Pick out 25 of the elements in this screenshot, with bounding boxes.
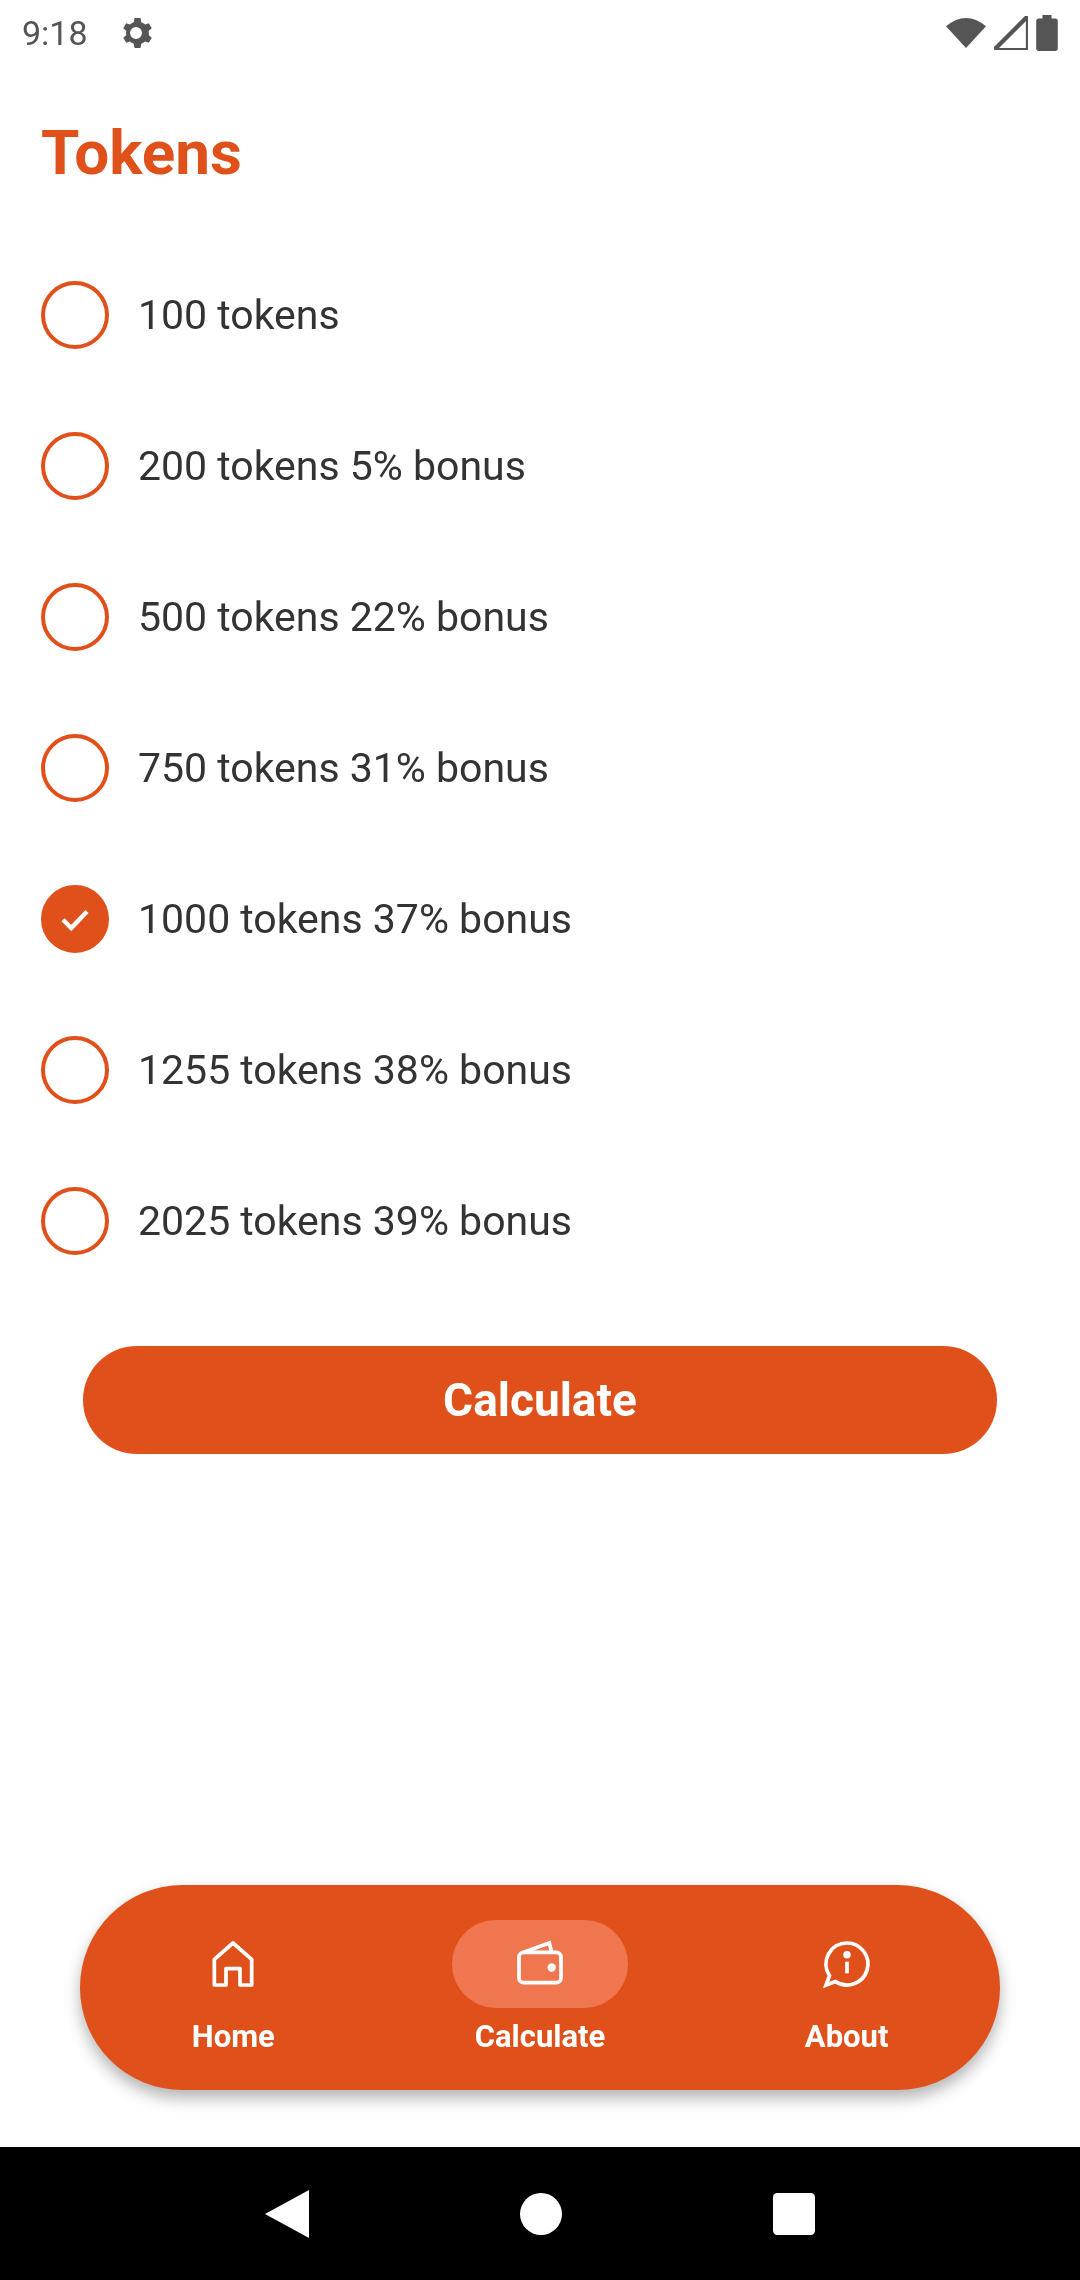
home-button-icon[interactable] — [520, 2192, 562, 2235]
calculate-button[interactable]: Calculate — [83, 1346, 997, 1454]
radio-button[interactable] — [41, 1035, 109, 1104]
back-icon[interactable] — [265, 2189, 310, 2238]
status-time: 9:18 — [22, 13, 88, 53]
option-label: 1255 tokens 38% bonus — [138, 1045, 572, 1094]
radio-button[interactable] — [41, 431, 109, 500]
page-title: Tokens — [41, 116, 243, 189]
signal-icon — [994, 16, 1028, 50]
radio-button[interactable] — [41, 1186, 109, 1255]
radio-button[interactable] — [41, 733, 109, 802]
battery-icon — [1036, 15, 1058, 51]
nav-tab[interactable]: Home — [113, 1919, 354, 2056]
recents-icon[interactable] — [772, 2192, 815, 2235]
nav-tab[interactable]: Calculate — [420, 1919, 660, 2056]
option-label: 500 tokens 22% bonus — [138, 592, 549, 641]
radio-button[interactable] — [41, 280, 109, 349]
radio-button[interactable] — [41, 582, 109, 651]
option-label: 100 tokens — [138, 290, 340, 339]
option-label: 200 tokens 5% bonus — [138, 441, 526, 490]
option-label: 2025 tokens 39% bonus — [138, 1196, 572, 1245]
nav-tab[interactable]: About — [726, 1919, 967, 2056]
option-label: 1000 tokens 37% bonus — [138, 894, 572, 943]
option-label: 750 tokens 31% bonus — [138, 743, 549, 792]
wifi-icon — [946, 16, 986, 50]
